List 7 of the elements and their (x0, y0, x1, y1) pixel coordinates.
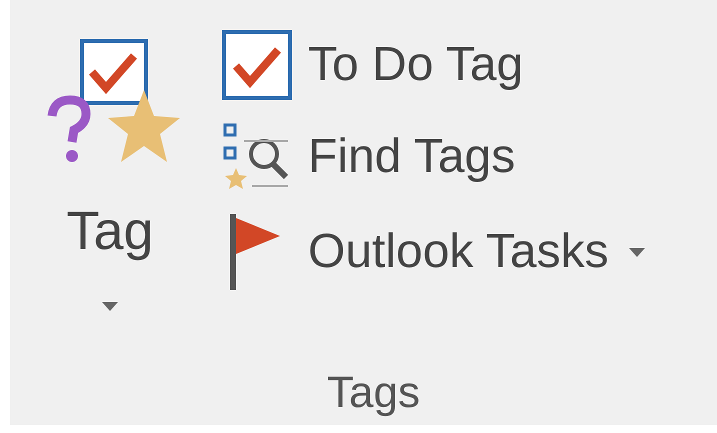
find-tags-button[interactable]: Find Tags (222, 122, 645, 192)
caret-icon (102, 302, 118, 311)
checkbox-icon (222, 30, 292, 100)
tag-button[interactable]: Tag (20, 0, 200, 311)
outlook-tasks-button[interactable]: Outlook Tasks (222, 214, 645, 290)
group-label: Tags (327, 371, 420, 415)
todo-tag-button[interactable]: To Do Tag (222, 30, 645, 100)
